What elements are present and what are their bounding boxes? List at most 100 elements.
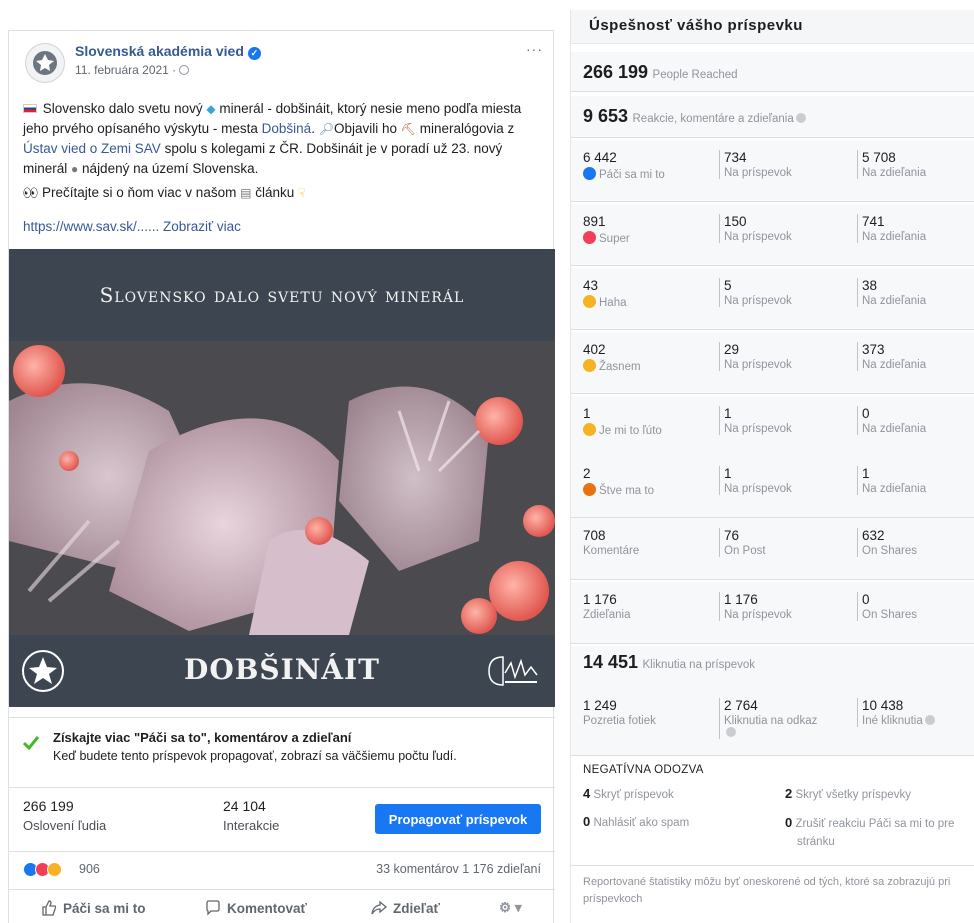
stat-on-post-cell: 76 On Post (719, 528, 766, 557)
stat-row-love: 891 Super 150 Na príspevok 741 Na zdieľa… (571, 204, 974, 266)
stat-on-post-cell: 1 176 Na príspevok (719, 592, 792, 621)
post-card: Slovenská akadémia vied ✓ 11. februára 20… (8, 30, 555, 923)
stat-row-shares: 1 176 Zdieľania 1 176 Na príspevok 0 On … (571, 582, 974, 644)
promo-subtitle: Keď budete tento príspevok propagovať, z… (53, 749, 457, 763)
mineral-photo (9, 341, 555, 635)
pointing-down-icon: ☟ (298, 186, 306, 200)
comments-shares-count[interactable]: 33 komentárov 1 176 zdieľaní (376, 862, 541, 876)
report-spam-stat: 0 Nahlásiť ako spam (583, 814, 690, 829)
stat-row-sad: 1 Je mi to ľúto 1 Na príspevok 0 Na zdie… (571, 396, 974, 458)
slovak-flag-icon (23, 104, 37, 113)
link-clicks-cell: 2 764 Kliknutia na odkaz (719, 698, 817, 739)
stat-on-shares-cell: 632 On Shares (857, 528, 917, 557)
stat-row-haha: 43 Haha 5 Na príspevok 38 Na zdieľania (571, 268, 974, 330)
share-icon (371, 900, 388, 915)
other-clicks-cell: 10 438 Iné kliknutia (857, 698, 935, 727)
reactions-total-row: 9 653 Reakcie, komentáre a zdieľania (571, 96, 974, 138)
more-options-icon[interactable]: ··· (526, 41, 543, 57)
image-footer-title: DOBŠINÁIT (184, 653, 380, 686)
reach-metric: 266 199 Oslovení ľudia (23, 798, 107, 833)
like-button[interactable]: Páči sa mi to (41, 900, 146, 916)
haha-reaction-icon (583, 295, 596, 308)
wow-reaction-icon (583, 359, 596, 372)
share-button[interactable]: Zdieľať (371, 900, 440, 916)
sad-reaction-icon (583, 423, 596, 436)
post-image[interactable]: Slovensko dalo svetu nový minerál DOBŠIN… (9, 249, 555, 707)
stat-total-cell: 891 Super (583, 214, 630, 245)
avatar[interactable] (25, 43, 65, 83)
post-actions: Páči sa mi to Komentovať Zdieľať ⚙ ▾ (9, 889, 555, 923)
stat-total-cell: 2 Štve ma to (583, 466, 654, 497)
stat-on-shares-cell: 0 On Shares (857, 592, 917, 621)
stat-on-shares-cell: 1 Na zdieľania (857, 466, 926, 495)
stat-on-shares-cell: 741 Na zdieľania (857, 214, 926, 243)
magnifier-icon: 🔎︎ (318, 122, 334, 136)
gem-icon: ◆ (206, 102, 216, 116)
stats-footnote: Reportované štatistiky môžu byť oneskore… (583, 876, 951, 905)
gear-icon: ⚙ (499, 900, 512, 915)
image-footer: DOBŠINÁIT (9, 635, 555, 707)
globe-icon (179, 65, 190, 75)
stat-on-shares-cell: 373 Na zdieľania (857, 342, 926, 371)
pickaxe-icon: ⛏︎ (400, 122, 416, 136)
stat-on-post-cell: 29 Na príspevok (719, 342, 792, 371)
stat-row-angry: 2 Štve ma to 1 Na príspevok 1 Na zdieľan… (571, 456, 974, 518)
stat-row-like: 6 442 Páči sa mi to 734 Na príspevok 5 7… (571, 140, 974, 202)
promo-title: Získajte viac "Páči sa to", komentárov a… (53, 730, 352, 745)
like-reaction-icon (583, 167, 596, 180)
negative-feedback-title: NEGATÍVNA ODOZVA (583, 764, 704, 776)
comment-button[interactable]: Komentovať (205, 900, 307, 916)
info-icon[interactable] (795, 113, 806, 123)
stat-total-cell: 708 Komentáre (583, 528, 640, 557)
angry-reaction-icon (583, 483, 596, 496)
post-clicks-block: 14 451 Kliknutia na príspevok 1 249 Pozr… (571, 646, 974, 756)
stats-title: Úspešnosť vášho príspevku (571, 10, 974, 44)
stat-on-shares-cell: 5 708 Na zdieľania (857, 150, 926, 179)
info-icon[interactable] (726, 727, 736, 737)
stat-on-post-cell: 1 Na príspevok (719, 406, 792, 435)
sav-logo-icon (33, 51, 57, 75)
promote-post-button[interactable]: Propagovať príspevok (375, 804, 541, 834)
unlike-page-stat: 0 Zrušiť reakciu Páči sa mi to pre stránk… (785, 815, 955, 848)
hide-all-stat: 2 Skryť všetky príspevky (785, 786, 911, 801)
stat-on-post-cell: 5 Na príspevok (719, 278, 792, 307)
promo-banner: Získajte viac "Páči sa to", komentárov a… (9, 717, 555, 773)
post-stats-panel: Úspešnosť vášho príspevku 266 199 People… (570, 10, 974, 923)
stat-on-post-cell: 150 Na príspevok (719, 214, 792, 243)
stat-on-post-cell: 1 Na príspevok (719, 466, 792, 495)
stat-on-shares-cell: 0 Na zdieľania (857, 406, 926, 435)
negative-feedback: NEGATÍVNA ODOZVA 4 Skryť príspevok 2 Skr… (571, 758, 974, 866)
reaction-icons[interactable] (23, 861, 62, 878)
stat-total-cell: 1 176 Zdieľania (583, 592, 631, 621)
link-dobsina[interactable]: Dobšiná (262, 121, 312, 136)
image-title-band: Slovensko dalo svetu nový minerál (9, 249, 555, 341)
verified-icon: ✓ (247, 47, 261, 60)
thumbs-up-icon (42, 900, 57, 916)
post-date[interactable]: 11. februára 2021 · (75, 63, 190, 77)
reactions-count[interactable]: 906 (79, 862, 100, 876)
stat-total-cell: 6 442 Páči sa mi to (583, 150, 665, 181)
photo-views-cell: 1 249 Pozretia fotiek (583, 698, 656, 727)
link-ustav-vied[interactable]: Ústav vied o Zemi SAV (23, 141, 161, 156)
eyes-icon: 👀︎ (23, 186, 39, 200)
image-title: Slovensko dalo svetu nový minerál (99, 283, 465, 307)
comment-icon (206, 900, 220, 916)
post-text: Slovensko dalo svetu nový ◆ minerál - do… (23, 99, 543, 203)
wow-reaction-icon (47, 862, 62, 878)
institute-logo-icon (488, 656, 538, 686)
checkmark-icon (23, 736, 39, 750)
rock-icon: ● (71, 162, 79, 176)
audience-selector[interactable]: ⚙ ▾ (499, 900, 522, 916)
stat-total-cell: 402 Žasnem (583, 342, 641, 373)
hide-post-stat: 4 Skryť príspevok (583, 786, 674, 801)
post-link[interactable]: https://www.sav.sk/...... Zobraziť viac (23, 219, 241, 234)
stat-total-cell: 1 Je mi to ľúto (583, 406, 662, 437)
chevron-down-icon: ▾ (514, 900, 522, 915)
page-name[interactable]: Slovenská akadémia vied ✓ (75, 43, 261, 60)
info-icon[interactable] (924, 715, 935, 725)
stat-total-cell: 43 Haha (583, 278, 627, 309)
newspaper-icon: ▤ (240, 186, 252, 200)
people-reached-row: 266 199 People Reached (571, 52, 974, 92)
stat-on-shares-cell: 38 Na zdieľania (857, 278, 926, 307)
stat-row-wow: 402 Žasnem 29 Na príspevok 373 Na zdieľa… (571, 332, 974, 394)
